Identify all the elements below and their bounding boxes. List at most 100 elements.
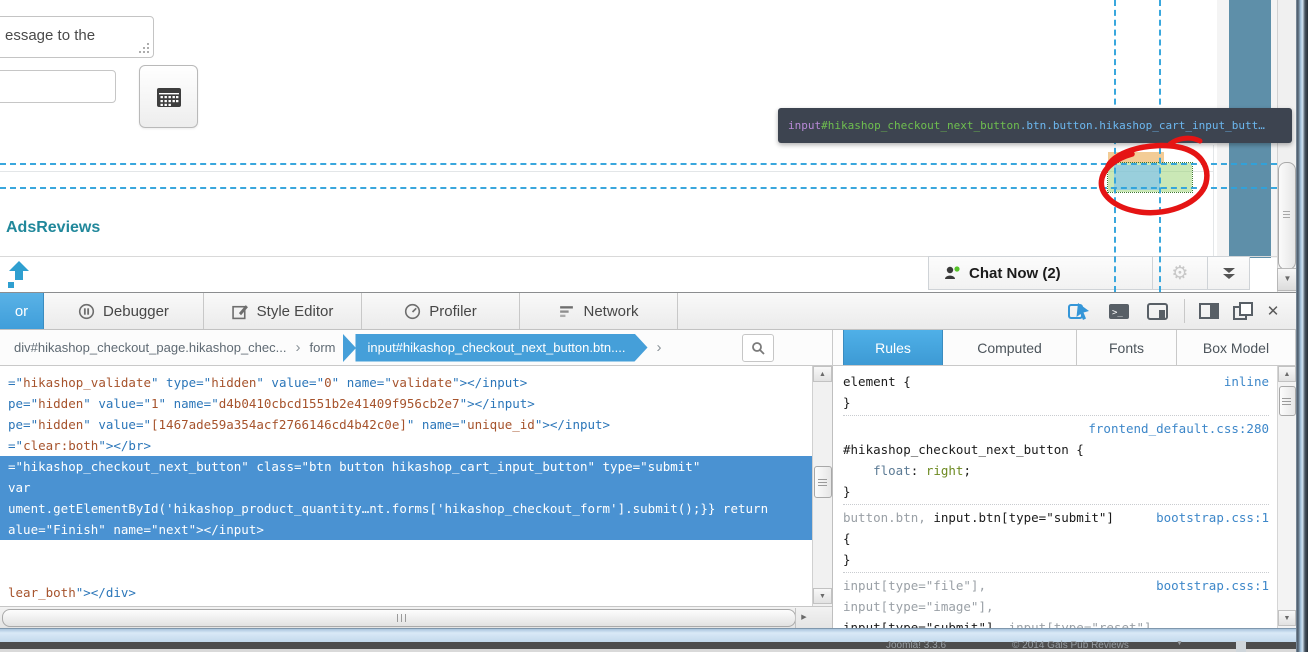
css-rule-line[interactable]: { [843,528,1269,549]
markup-line[interactable] [0,561,812,582]
markup-hscrollbar-thumb[interactable] [2,609,796,627]
breadcrumb-item-selected[interactable]: input#hikashop_checkout_next_button.btn.… [355,334,647,362]
rules-scroll-down-button[interactable]: ▼ [1278,610,1296,626]
markup-line[interactable] [0,540,812,561]
responsive-mode-button[interactable] [1144,300,1170,322]
breadcrumb-separator-icon: › [648,339,671,356]
markup-scroll-up-button[interactable]: ▲ [813,366,832,382]
markup-scroll-right-button[interactable]: ▶ [795,608,812,628]
message-textarea[interactable]: essage to the [0,16,154,58]
markup-line-selected[interactable]: ="hikashop_checkout_next_button" class="… [0,456,812,477]
css-code-segment: } [843,552,851,567]
sidebar-tab-fonts[interactable]: Fonts [1077,330,1177,365]
pick-element-button[interactable] [1066,300,1092,322]
devtools-tab-profiler[interactable]: Profiler [362,293,520,329]
code-segment: "></div> [76,585,136,600]
css-code-segment: input[type="file"], [843,578,986,593]
css-code-segment: } [843,395,851,410]
rules-vscrollbar-thumb[interactable] [1279,386,1296,416]
calendar-button[interactable] [139,65,198,128]
scroll-to-top-icon[interactable] [8,261,30,289]
footer-caret-icon: ▼ [1176,640,1183,647]
markup-line[interactable]: ="clear:both"></br> [0,435,812,456]
css-rule-line[interactable]: float: right; [843,460,1269,481]
css-rule-line[interactable]: input[type="submit"], input[type="reset"… [843,617,1269,628]
devtools-tab-network[interactable]: Network [520,293,678,329]
devtools-tab-style-editor[interactable]: Style Editor [204,293,362,329]
markup-hscrollbar[interactable]: ▶ [0,606,832,628]
chat-now-button[interactable]: Chat Now (2) [929,257,1152,289]
dock-sidebar-button[interactable] [1196,300,1222,322]
date-input[interactable] [0,70,116,103]
markup-line-selected[interactable]: var [0,477,812,498]
page-scrollbar-down-button[interactable]: ▼ [1277,268,1298,291]
code-segment: lear_both [8,585,76,600]
css-rule-line[interactable]: } [843,481,1269,502]
css-rule-line[interactable]: } [843,392,1269,413]
page-section-divider [0,171,1213,172]
breadcrumb-separator-icon: › [286,339,309,356]
css-code-segment: #hikashop_checkout_next_button { [843,442,1084,457]
css-rule-line[interactable]: } [843,549,1269,570]
footer-light-block [1236,641,1246,652]
sidebar-tab-computed[interactable]: Computed [943,330,1077,365]
devtools-tab-debugger[interactable]: Debugger [44,293,204,329]
code-segment: "></input> [452,375,527,390]
double-chevron-down-icon [1222,266,1236,280]
search-button[interactable] [742,334,774,362]
sidebar-tab-rules[interactable]: Rules [843,330,943,365]
markup-line[interactable]: lear_both"></div> [0,582,812,603]
css-rule: bootstrap.css:1 input[type="file"], input[… [843,575,1269,628]
chat-minimize-button[interactable] [1207,257,1249,289]
scrollbar-grip-icon [1282,398,1291,399]
sidebar-tab-box-model[interactable]: Box Model [1177,330,1296,365]
code-segment: pe=" [8,396,38,411]
stylesheet-link[interactable]: inline [1224,371,1269,392]
markup-line[interactable]: pe="hidden" value="[1467ade59a354acf2766… [0,414,812,435]
css-rule-line[interactable]: frontend_default.css:280 [843,418,1269,439]
textarea-resize-grip-icon[interactable] [139,43,150,54]
scrollbar-grip-icon [818,479,827,480]
css-rule-line[interactable]: bootstrap.css:1 input[type="file"], [843,575,1269,596]
markup-scroll-down-button[interactable]: ▼ [813,588,832,604]
code-segment: " value=" [83,396,151,411]
markup-line[interactable]: ="hikashop_validate" type="hidden" value… [0,372,812,393]
css-code-segment: { [843,531,851,546]
css-rule: bootstrap.css:1button.btn, input.btn[typ… [843,507,1269,573]
code-segment: " type=" [151,375,211,390]
code-segment: "></input> [460,396,535,411]
stylesheet-link[interactable]: frontend_default.css:280 [1088,418,1269,439]
css-rule-line[interactable]: inlineelement { [843,371,1269,392]
markup-vscrollbar-thumb[interactable] [814,466,832,498]
stylesheet-link[interactable]: bootstrap.css:1 [1156,575,1269,596]
code-segment: [1467ade59a354acf2766146cd4b42c0e] [151,417,407,432]
undock-window-button[interactable] [1230,300,1256,322]
rules-vscrollbar[interactable]: ▲ ▼ [1277,366,1296,628]
css-rule-line[interactable]: #hikashop_checkout_next_button { [843,439,1269,460]
page-scrollbar-thumb[interactable] [1278,162,1296,270]
code-segment: 0 [324,375,332,390]
red-circle-annotation [1078,128,1230,230]
code-segment: var [8,480,31,495]
breadcrumb-item[interactable]: div#hikashop_checkout_page.hikashop_chec… [14,340,286,355]
rules-scroll-up-button[interactable]: ▲ [1278,366,1296,382]
markup-line[interactable]: pe="hidden" value="1" name="d4b0410cbcd1… [0,393,812,414]
markup-view[interactable]: ="hikashop_validate" type="hidden" value… [0,366,812,606]
css-rule-line[interactable]: bootstrap.css:1button.btn, input.btn[typ… [843,507,1269,528]
close-devtools-button[interactable]: ✕ [1260,300,1286,322]
code-segment: hidden [211,375,256,390]
devtools-tab-or[interactable]: or [0,293,44,329]
markup-vscrollbar[interactable]: ▲ ▼ [812,366,832,606]
css-code-segment: , input[type="reset"], [994,620,1160,628]
person-online-icon [943,265,961,281]
breadcrumb-item[interactable]: form [309,340,335,355]
styleeditor-icon [232,303,249,320]
console-button[interactable]: >_ [1106,300,1132,322]
ads-reviews-link[interactable]: AdsReviews [6,219,100,237]
markup-line-selected[interactable]: alue="Finish" name="next"></input> [0,519,812,540]
css-rule-line[interactable]: input[type="image"], [843,596,1269,617]
stylesheet-link[interactable]: bootstrap.css:1 [1156,507,1269,528]
markup-line-selected[interactable]: ument.getElementById('hikashop_product_q… [0,498,812,519]
window-right-edge [1296,0,1308,652]
code-segment: " value=" [83,417,151,432]
